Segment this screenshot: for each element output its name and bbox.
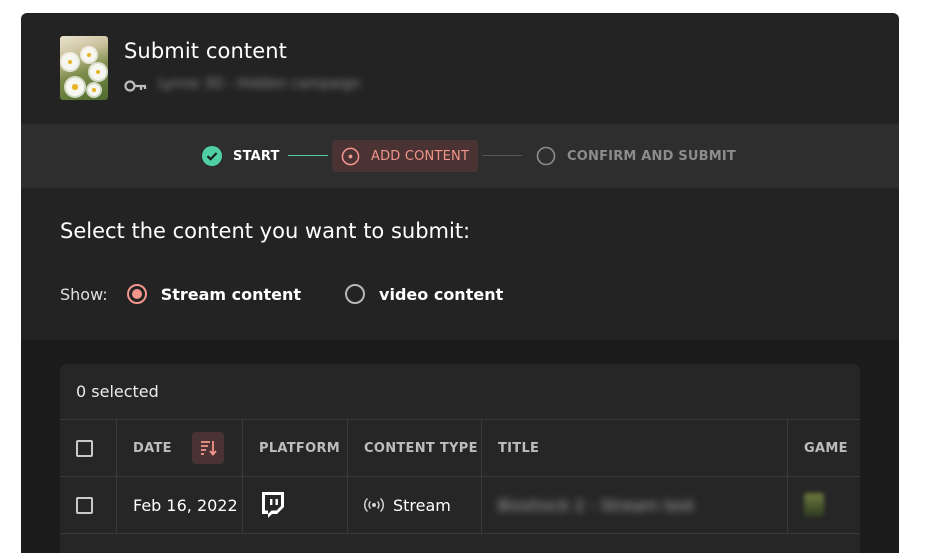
submit-content-dialog: Submit content Lynne 3D - Hidden campaig… — [21, 13, 899, 553]
twitch-icon — [262, 492, 284, 518]
campaign-name: Lynne 3D - Hidden campaign — [158, 76, 361, 92]
radio-label: video content — [379, 284, 504, 304]
stream-content-radio[interactable]: Stream content — [126, 284, 302, 304]
select-all-checkbox[interactable] — [76, 439, 93, 457]
row-platform — [243, 477, 348, 533]
column-date: DATE — [117, 420, 243, 476]
date-value: Feb 16, 2022 — [133, 495, 238, 515]
row-select-cell — [60, 477, 117, 533]
content-table: 0 selected DATE PLATFORM CONTENT TYPE TI… — [60, 364, 860, 553]
sort-button[interactable] — [191, 432, 224, 464]
select-all-cell — [60, 420, 117, 476]
progress-stepper: START ADD CONTENT CONFIRM AND SUBMIT — [21, 124, 899, 188]
selection-count: 0 selected — [60, 364, 860, 420]
column-title: TITLE — [482, 420, 788, 476]
row-content-type: Stream — [348, 477, 482, 533]
radio-unselected-icon[interactable] — [345, 284, 366, 304]
campaign-thumbnail — [60, 36, 108, 100]
step-label: ADD CONTENT — [371, 148, 470, 164]
column-platform: PLATFORM — [243, 420, 348, 476]
content-type-value: Stream — [393, 495, 451, 515]
step-add-content: ADD CONTENT — [332, 140, 479, 172]
column-header-label: CONTENT TYPE — [364, 440, 478, 456]
step-label: START — [233, 148, 280, 164]
dialog-header: Submit content Lynne 3D - Hidden campaig… — [21, 13, 899, 124]
row-game — [788, 477, 860, 533]
key-icon — [124, 80, 147, 92]
pending-step-icon — [536, 146, 556, 166]
content-list-area: 0 selected DATE PLATFORM CONTENT TYPE TI… — [21, 340, 899, 553]
show-label: Show: — [60, 284, 108, 304]
title-value: Bioshock 2 - Stream test — [498, 495, 695, 515]
column-header-label: PLATFORM — [259, 440, 341, 456]
row-date: Feb 16, 2022 — [117, 477, 243, 533]
game-cover-thumbnail — [804, 493, 824, 517]
video-content-radio[interactable]: video content — [345, 284, 503, 304]
radio-label: Stream content — [160, 284, 302, 304]
step-connector — [482, 155, 522, 156]
broadcast-icon — [364, 497, 384, 513]
column-header-label: TITLE — [498, 440, 540, 456]
column-header-label: DATE — [133, 440, 172, 456]
step-confirm-submit: CONFIRM AND SUBMIT — [536, 124, 736, 188]
row-title: Bioshock 2 - Stream test — [482, 477, 788, 533]
step-connector — [288, 155, 328, 156]
check-circle-icon — [202, 146, 222, 166]
step-start: START — [202, 124, 280, 188]
column-content-type: CONTENT TYPE — [348, 420, 482, 476]
column-header-label: GAME — [804, 440, 848, 456]
active-step-icon — [341, 147, 360, 165]
radio-selected-icon[interactable] — [126, 284, 147, 304]
table-header-row: DATE PLATFORM CONTENT TYPE TITLE GAME — [60, 420, 860, 477]
column-game: GAME — [788, 420, 860, 476]
row-checkbox[interactable] — [76, 496, 93, 514]
content-selection: Select the content you want to submit: S… — [21, 188, 899, 340]
table-row[interactable]: Feb 16, 2022 Stream Bioshock 2 - Stream … — [60, 477, 860, 534]
sort-descending-icon — [200, 441, 217, 456]
dialog-title: Submit content — [124, 39, 287, 63]
step-label: CONFIRM AND SUBMIT — [567, 148, 736, 164]
selection-prompt: Select the content you want to submit: — [60, 219, 471, 243]
content-filter: Show: Stream content video content — [60, 284, 547, 304]
